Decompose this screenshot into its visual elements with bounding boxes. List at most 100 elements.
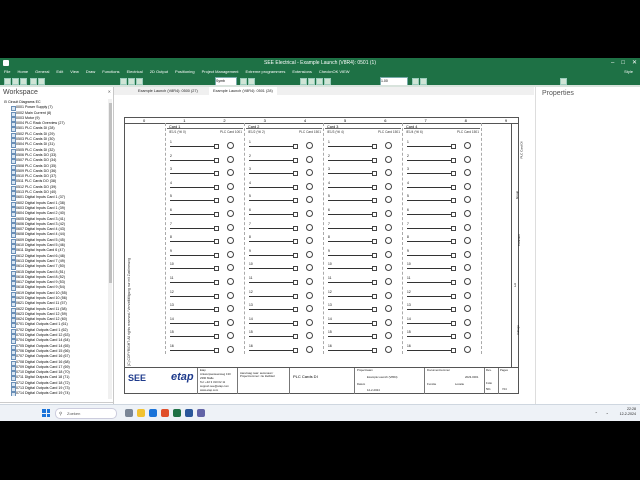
tree-scrollbar[interactable] <box>108 99 112 399</box>
grid-icon[interactable] <box>240 78 247 85</box>
io-channel[interactable]: 3 <box>167 167 243 180</box>
io-channel[interactable]: 1 <box>167 140 243 153</box>
taskbar-search[interactable]: ⚲ Zoeken <box>55 408 117 419</box>
io-channel[interactable]: 15 <box>325 330 401 343</box>
io-channel[interactable]: 5 <box>404 194 480 207</box>
menu-positioning[interactable]: Positioning <box>175 68 195 76</box>
io-channel[interactable]: 15 <box>167 330 243 343</box>
paste-icon[interactable] <box>136 78 143 85</box>
io-channel[interactable]: 2 <box>246 154 322 167</box>
zoom-out-icon[interactable] <box>420 78 427 85</box>
word-icon[interactable] <box>185 409 193 417</box>
close-button[interactable]: ✕ <box>632 58 637 68</box>
io-channel[interactable]: 8 <box>167 235 243 248</box>
project-tree[interactable]: ⊟ Circuit Diagrams EC 0001 Power Supply … <box>2 100 110 396</box>
io-channel[interactable]: 9 <box>325 249 401 262</box>
io-channel[interactable]: 14 <box>167 317 243 330</box>
io-channel[interactable]: 12 <box>404 290 480 303</box>
drawing-canvas[interactable]: 0123456789 (C) COPYRIGHT: All rights res… <box>114 95 534 407</box>
io-channel[interactable]: 11 <box>404 276 480 289</box>
io-channel[interactable]: 13 <box>325 303 401 316</box>
save-icon[interactable] <box>20 78 27 85</box>
menu-2d-output[interactable]: 2D Output <box>150 68 168 76</box>
io-channel[interactable]: 16 <box>325 344 401 357</box>
see-electrical-icon[interactable] <box>173 409 181 417</box>
io-channel[interactable]: 7 <box>404 222 480 235</box>
io-channel[interactable]: 6 <box>404 208 480 221</box>
menu-electrical[interactable]: Electrical <box>127 68 143 76</box>
menu-view[interactable]: View <box>70 68 79 76</box>
io-channel[interactable]: 1 <box>246 140 322 153</box>
menu-extreme-programmers[interactable]: Extreme programmers <box>246 68 286 76</box>
io-channel[interactable]: 4 <box>167 181 243 194</box>
io-channel[interactable]: 10 <box>404 262 480 275</box>
cut-icon[interactable] <box>120 78 127 85</box>
io-channel[interactable]: 11 <box>246 276 322 289</box>
io-channel[interactable]: 8 <box>325 235 401 248</box>
rectangle-icon[interactable] <box>308 78 315 85</box>
io-channel[interactable]: 1 <box>325 140 401 153</box>
copy-icon[interactable] <box>128 78 135 85</box>
close-icon[interactable]: ✕ <box>108 89 111 94</box>
menu-home[interactable]: Home <box>17 68 28 76</box>
text-icon[interactable] <box>324 78 331 85</box>
file-explorer-icon[interactable] <box>137 409 145 417</box>
io-channel[interactable]: 16 <box>404 344 480 357</box>
task-view-icon[interactable] <box>125 409 133 417</box>
io-channel[interactable]: 13 <box>246 303 322 316</box>
io-channel[interactable]: 16 <box>246 344 322 357</box>
clock[interactable]: 22:28 12-2-2024 <box>620 407 636 417</box>
io-channel[interactable]: 4 <box>246 181 322 194</box>
io-channel[interactable]: 2 <box>404 154 480 167</box>
io-channel[interactable]: 14 <box>325 317 401 330</box>
io-channel[interactable]: 12 <box>167 290 243 303</box>
edge-icon[interactable] <box>149 409 157 417</box>
doc-tab-0500[interactable]: Example Launch (V8R4): 0500 (27) <box>134 87 202 95</box>
io-channel[interactable]: 4 <box>325 181 401 194</box>
io-channel[interactable]: 14 <box>246 317 322 330</box>
io-channel[interactable]: 6 <box>167 208 243 221</box>
io-channel[interactable]: 5 <box>246 194 322 207</box>
teams-icon[interactable] <box>197 409 205 417</box>
line-icon[interactable] <box>300 78 307 85</box>
io-channel[interactable]: 5 <box>325 194 401 207</box>
io-channel[interactable]: 3 <box>246 167 322 180</box>
new-icon[interactable] <box>4 78 11 85</box>
io-channel[interactable]: 7 <box>325 222 401 235</box>
io-channel[interactable]: 2 <box>325 154 401 167</box>
io-channel[interactable]: 3 <box>404 167 480 180</box>
io-channel[interactable]: 10 <box>246 262 322 275</box>
io-channel[interactable]: 2 <box>167 154 243 167</box>
io-channel[interactable]: 13 <box>167 303 243 316</box>
io-channel[interactable]: 9 <box>246 249 322 262</box>
io-channel[interactable]: 7 <box>167 222 243 235</box>
io-channel[interactable]: 8 <box>246 235 322 248</box>
chevron-up-icon[interactable]: ⌃ <box>595 411 598 416</box>
io-channel[interactable]: 9 <box>167 249 243 262</box>
wifi-icon[interactable]: ◔ <box>606 411 608 416</box>
io-channel[interactable]: 10 <box>325 262 401 275</box>
open-icon[interactable] <box>12 78 19 85</box>
io-channel[interactable]: 5 <box>167 194 243 207</box>
menu-functions[interactable]: Functions <box>102 68 119 76</box>
office-icon[interactable] <box>161 409 169 417</box>
io-channel[interactable]: 7 <box>246 222 322 235</box>
io-channel[interactable]: 11 <box>167 276 243 289</box>
tree-item[interactable]: 0714 Digital Outputs Card 19 (74) <box>2 391 110 396</box>
undo-icon[interactable] <box>30 78 37 85</box>
io-channel[interactable]: 14 <box>404 317 480 330</box>
circle-icon[interactable] <box>316 78 323 85</box>
io-channel[interactable]: 12 <box>246 290 322 303</box>
io-channel[interactable]: 11 <box>325 276 401 289</box>
io-channel[interactable]: 16 <box>167 344 243 357</box>
zoom-in-icon[interactable] <box>412 78 419 85</box>
start-icon[interactable] <box>42 409 50 417</box>
menu-extensions[interactable]: Extensions <box>292 68 312 76</box>
io-channel[interactable]: 15 <box>404 330 480 343</box>
io-channel[interactable]: 12 <box>325 290 401 303</box>
user-style[interactable]: Style <box>624 68 633 76</box>
io-channel[interactable]: 1 <box>404 140 480 153</box>
menu-draw[interactable]: Draw <box>86 68 95 76</box>
menu-edit[interactable]: Edit <box>56 68 63 76</box>
redo-icon[interactable] <box>38 78 45 85</box>
